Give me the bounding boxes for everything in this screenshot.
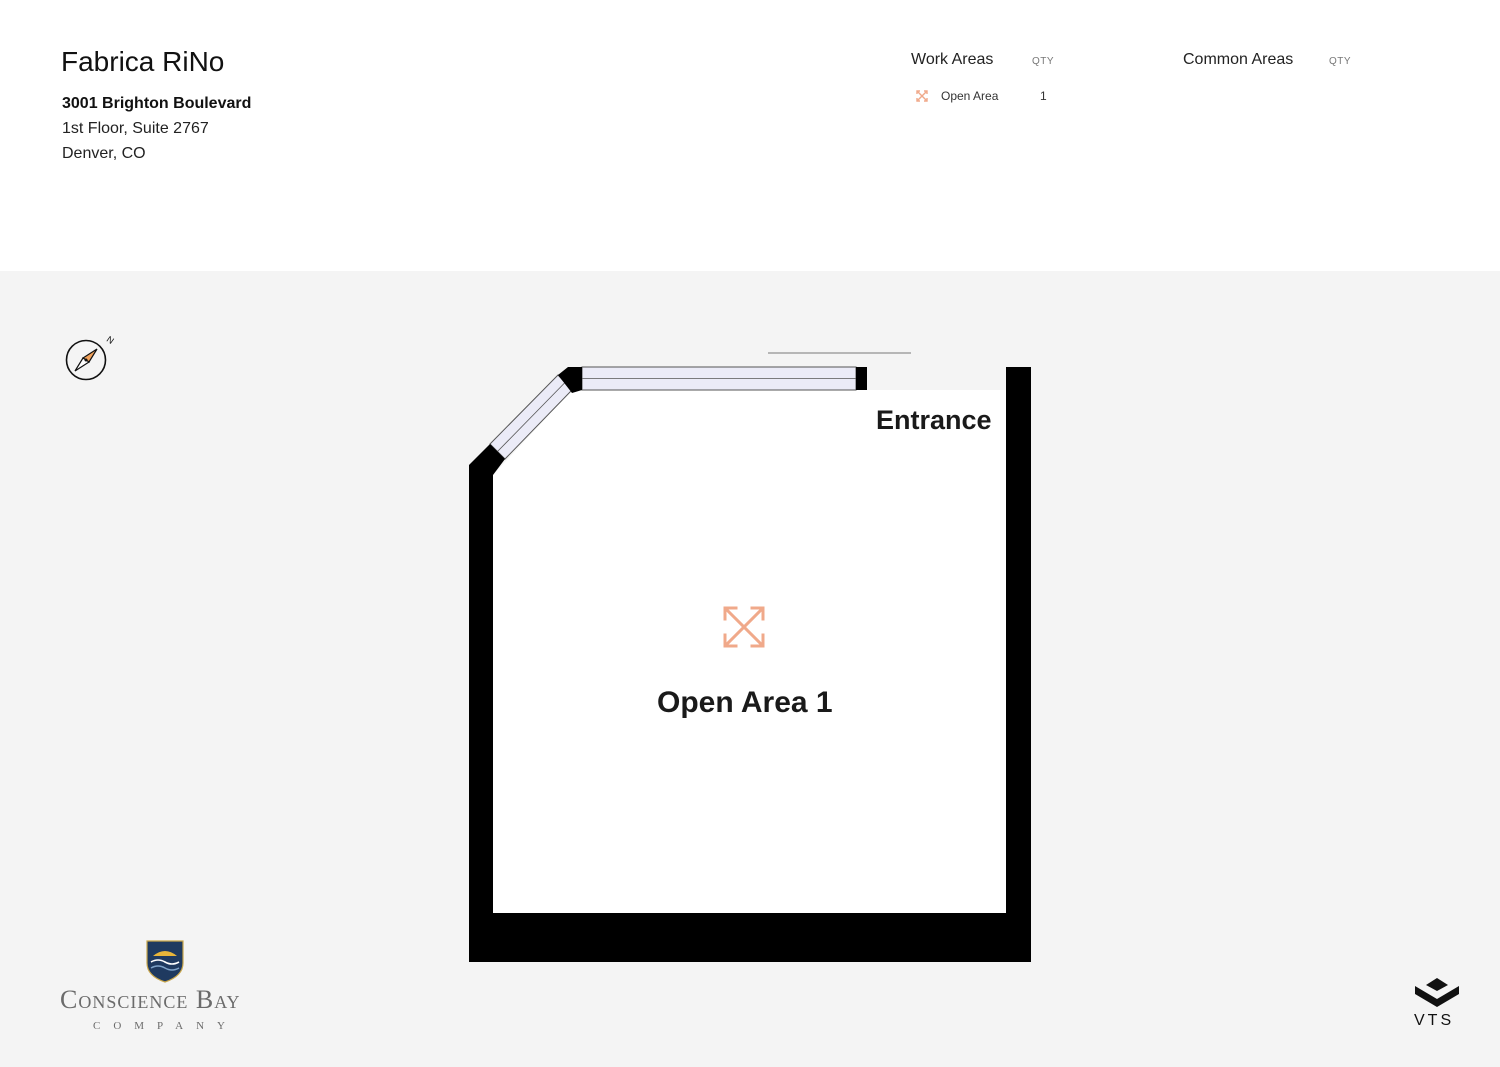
wall-top-end bbox=[856, 367, 867, 390]
compass-north-label: N bbox=[105, 334, 116, 346]
wall-right bbox=[1006, 367, 1031, 962]
vts-wordmark: VTS bbox=[1414, 1012, 1455, 1029]
open-area-room bbox=[493, 390, 1006, 913]
conscience-bay-wordmark: Conscience Bay bbox=[60, 985, 241, 1014]
floor-plan bbox=[469, 352, 1031, 962]
wall-bottom bbox=[469, 913, 1031, 962]
compass-icon: N bbox=[65, 334, 116, 381]
room-label: Open Area 1 bbox=[657, 686, 833, 719]
open-area-room-icon bbox=[723, 606, 765, 648]
conscience-bay-subtitle: COMPANY bbox=[93, 1020, 239, 1032]
entrance-label: Entrance bbox=[876, 405, 992, 435]
